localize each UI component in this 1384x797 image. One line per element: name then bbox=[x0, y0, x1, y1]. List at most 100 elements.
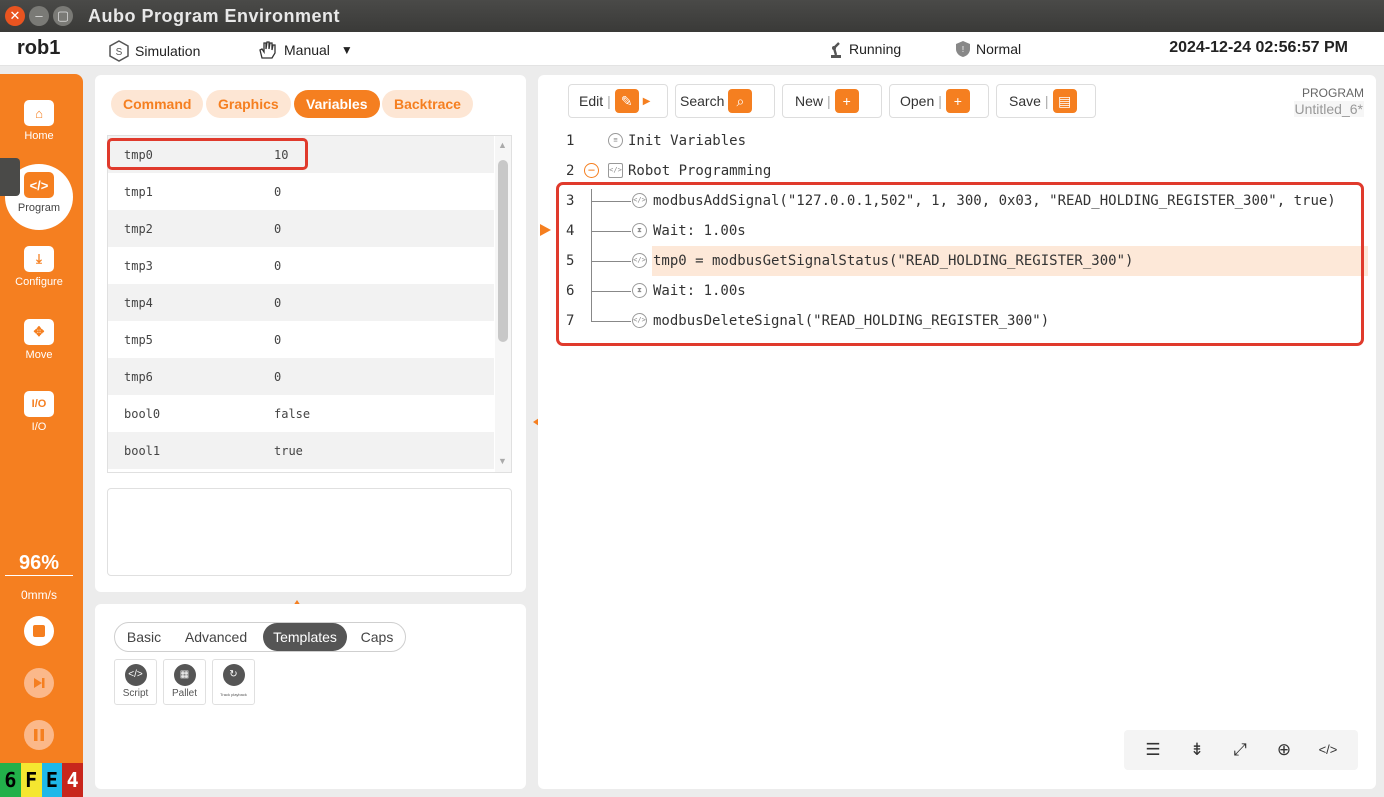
status-header: rob1 S Simulation Manual ▼ Running ! Nor… bbox=[0, 32, 1384, 66]
template-pallet[interactable]: ▦ Pallet bbox=[163, 659, 206, 705]
tab-variables[interactable]: Variables bbox=[294, 90, 380, 118]
side-drawer-handle[interactable] bbox=[0, 158, 20, 196]
separator: | bbox=[1044, 93, 1049, 109]
manual-mode-dropdown[interactable]: Manual ▼ bbox=[257, 40, 353, 60]
badge-char: 4 bbox=[62, 763, 83, 797]
pencil-icon: ✎ bbox=[614, 89, 639, 113]
save-button[interactable]: Save | ▤ bbox=[996, 84, 1096, 118]
variable-name: tmp6 bbox=[124, 370, 153, 384]
new-label: New bbox=[795, 93, 824, 109]
simulation-mode[interactable]: S Simulation bbox=[108, 40, 200, 62]
nav-item-configure[interactable]: ⤓ Configure bbox=[0, 246, 78, 288]
tab-graphics[interactable]: Graphics bbox=[206, 90, 291, 118]
scroll-up-icon[interactable]: ▲ bbox=[498, 140, 507, 150]
minimize-icon[interactable]: – bbox=[29, 6, 49, 26]
search-button[interactable]: Search ⌕ bbox=[675, 84, 775, 118]
segment-basic[interactable]: Basic bbox=[115, 623, 173, 651]
caret-right-icon: ▶ bbox=[642, 95, 651, 107]
segment-caps[interactable]: Caps bbox=[351, 623, 403, 651]
template-track-playback[interactable]: ↻ Track playback bbox=[212, 659, 255, 705]
svg-text:!: ! bbox=[962, 45, 964, 54]
template-script[interactable]: </> Script bbox=[114, 659, 157, 705]
blocks-panel: Basic Advanced Templates Caps </> Script… bbox=[95, 604, 526, 789]
tab-command[interactable]: Command bbox=[111, 90, 204, 118]
variable-detail-box bbox=[107, 488, 512, 576]
separator: | bbox=[938, 93, 942, 109]
svg-text:S: S bbox=[116, 47, 123, 58]
script-icon: </> bbox=[124, 664, 147, 686]
separator: | bbox=[827, 93, 831, 109]
table-row[interactable]: bool0 false bbox=[108, 395, 494, 432]
scrollbar-thumb[interactable] bbox=[498, 160, 508, 342]
table-row[interactable]: tmp1 0 bbox=[108, 173, 494, 210]
collapse-minus-icon[interactable]: − bbox=[584, 163, 599, 178]
nav-label: Configure bbox=[15, 276, 63, 288]
execution-pointer-icon bbox=[540, 224, 551, 236]
playback-icon: ↻ bbox=[222, 664, 245, 686]
hand-icon bbox=[259, 41, 276, 59]
simulation-icon: S bbox=[109, 40, 129, 62]
title-bar: ✕ – ▢ Aubo Program Environment bbox=[0, 0, 1384, 32]
editor-toolbar: ☰ ⇟ ⤢ ⊕ </> bbox=[1124, 730, 1358, 770]
simulation-label: Simulation bbox=[135, 43, 201, 59]
new-file-icon: + bbox=[834, 89, 859, 113]
new-button[interactable]: New | + bbox=[782, 84, 882, 118]
nav-item-move[interactable]: ✥ Move bbox=[0, 319, 78, 361]
step-button[interactable] bbox=[24, 668, 54, 698]
table-row[interactable]: tmp4 0 bbox=[108, 284, 494, 321]
maximize-icon[interactable]: ▢ bbox=[53, 6, 73, 26]
badge-char: 6 bbox=[0, 763, 21, 797]
highlight-box-code bbox=[556, 182, 1364, 346]
code-view-icon[interactable]: </> bbox=[1313, 735, 1343, 765]
line-spacing-icon[interactable]: ☰ bbox=[1138, 735, 1168, 765]
line-number: 2 bbox=[566, 163, 575, 179]
pallet-icon: ▦ bbox=[173, 664, 196, 686]
variables-icon: ≡ bbox=[608, 133, 623, 148]
nav-label: Home bbox=[24, 130, 54, 142]
search-label: Search bbox=[680, 93, 725, 109]
window-title: Aubo Program Environment bbox=[88, 6, 341, 26]
stop-button[interactable] bbox=[24, 616, 54, 646]
close-icon[interactable]: ✕ bbox=[5, 6, 25, 26]
scroll-down-icon[interactable]: ▼ bbox=[498, 456, 507, 466]
edit-button[interactable]: Edit | ✎ ▶ bbox=[568, 84, 668, 118]
variable-name: tmp1 bbox=[124, 185, 153, 199]
nav-item-home[interactable]: ⌂ Home bbox=[0, 100, 78, 142]
search-icon: ⌕ bbox=[728, 89, 753, 113]
variable-value: 0 bbox=[274, 259, 282, 273]
fullscreen-icon[interactable]: ⤢ bbox=[1225, 735, 1255, 765]
program-name[interactable]: Untitled_6* bbox=[1293, 101, 1364, 117]
speed-value: 0mm/s bbox=[21, 588, 57, 602]
folder-icon: + bbox=[945, 89, 970, 113]
datetime: 2024-12-24 02:56:57 PM bbox=[1169, 39, 1348, 56]
table-row[interactable]: tmp2 0 bbox=[108, 210, 494, 247]
code-line[interactable]: 1 ≡ Init Variables bbox=[538, 126, 1376, 156]
table-row[interactable]: tmp5 0 bbox=[108, 321, 494, 358]
locate-icon[interactable]: ⊕ bbox=[1269, 735, 1299, 765]
collapse-all-icon[interactable]: ⇟ bbox=[1182, 735, 1212, 765]
variable-name: bool1 bbox=[124, 444, 161, 458]
pause-button[interactable] bbox=[24, 720, 54, 750]
segment-templates[interactable]: Templates bbox=[263, 623, 347, 651]
nav-label: I/O bbox=[31, 421, 47, 433]
robot-name[interactable]: rob1 bbox=[17, 37, 60, 60]
table-row[interactable]: bool1 true bbox=[108, 432, 494, 469]
template-label: Script bbox=[122, 688, 149, 699]
speed-percent[interactable]: 96% bbox=[0, 552, 78, 575]
segment-advanced[interactable]: Advanced bbox=[177, 623, 255, 651]
variable-scrollbar[interactable]: ▲ ▼ bbox=[495, 136, 511, 472]
pause-icon bbox=[34, 729, 44, 741]
separator: | bbox=[607, 93, 611, 109]
block-category-switch: Basic Advanced Templates Caps bbox=[114, 622, 406, 652]
tab-backtrace[interactable]: Backtrace bbox=[382, 90, 473, 118]
nav-item-io[interactable]: I/O I/O bbox=[0, 391, 78, 433]
variable-value: true bbox=[274, 444, 303, 458]
variable-value: 0 bbox=[274, 333, 282, 347]
table-row[interactable]: tmp3 0 bbox=[108, 247, 494, 284]
variable-value: 0 bbox=[274, 296, 282, 310]
chevron-down-icon: ▼ bbox=[340, 43, 353, 57]
variable-name: tmp3 bbox=[124, 259, 153, 273]
table-row[interactable]: tmp6 0 bbox=[108, 358, 494, 395]
open-button[interactable]: Open | + bbox=[889, 84, 989, 118]
normal-label: Normal bbox=[976, 41, 1022, 57]
